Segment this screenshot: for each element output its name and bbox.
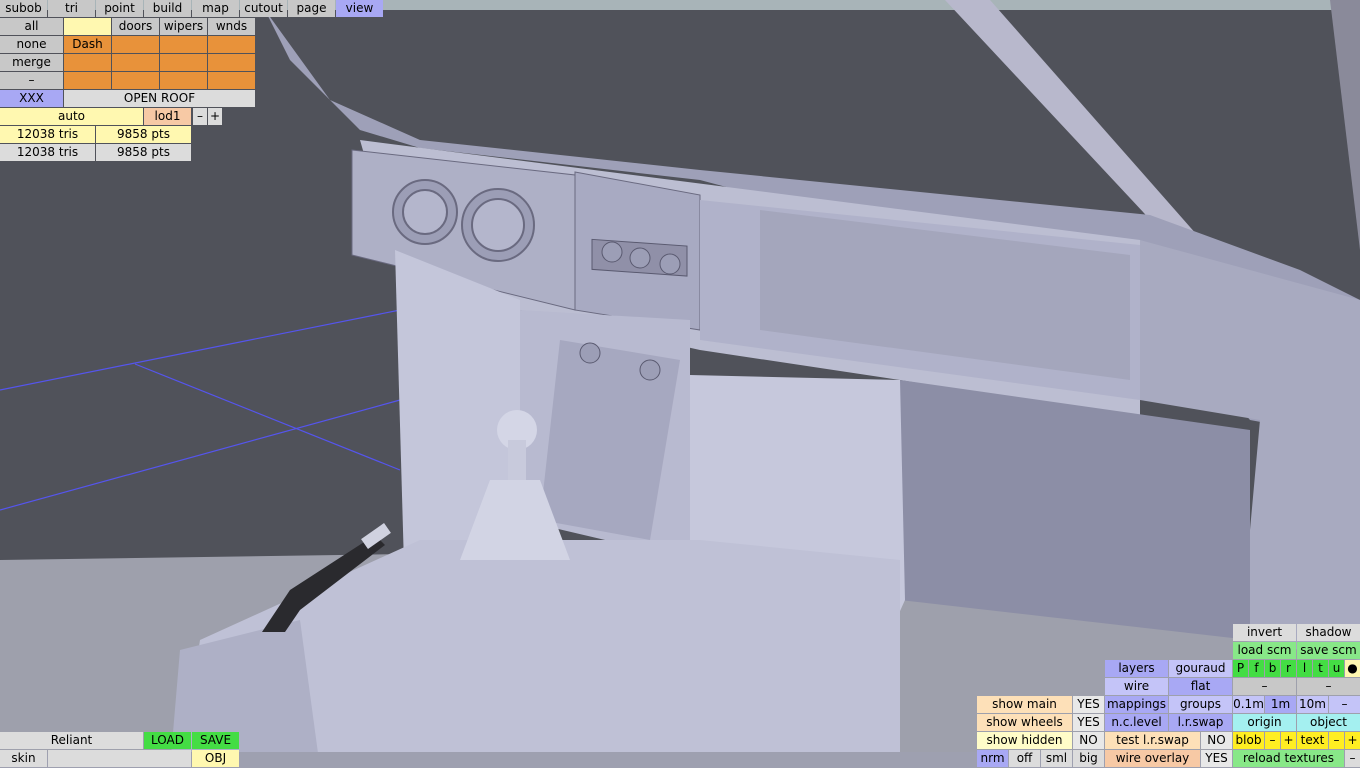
view-dot-button[interactable]: ● xyxy=(1345,660,1360,677)
save-button[interactable]: SAVE xyxy=(192,732,239,749)
view-r-button[interactable]: r xyxy=(1281,660,1296,677)
lod-level-button[interactable]: lod1 xyxy=(144,108,191,125)
reload-minus-button[interactable]: – xyxy=(1345,750,1360,767)
menu-page[interactable]: page xyxy=(288,0,335,17)
view-b-button[interactable]: b xyxy=(1265,660,1280,677)
lod-plus-button[interactable]: + xyxy=(208,108,222,125)
pts-count: 9858 pts xyxy=(96,126,191,143)
test-lr-swap-button[interactable]: test l.r.swap xyxy=(1105,732,1200,749)
text-minus-button[interactable]: – xyxy=(1329,732,1344,749)
layer-merge-button[interactable]: merge xyxy=(0,54,63,71)
lr-swap-button[interactable]: l.r.swap xyxy=(1169,714,1232,731)
model-name[interactable]: Reliant xyxy=(0,732,143,749)
lod-auto-button[interactable]: auto xyxy=(0,108,143,125)
layer-cell[interactable] xyxy=(208,36,255,53)
invert-button[interactable]: invert xyxy=(1233,624,1296,641)
skin-field[interactable] xyxy=(48,750,191,767)
layer-cell[interactable] xyxy=(112,36,159,53)
layer-doors[interactable]: doors xyxy=(112,18,159,35)
shadow-button[interactable]: shadow xyxy=(1297,624,1360,641)
menu-tri[interactable]: tri xyxy=(48,0,95,17)
layer-cell[interactable] xyxy=(64,72,111,89)
menu-map[interactable]: map xyxy=(192,0,239,17)
nrm-button[interactable]: nrm xyxy=(977,750,1008,767)
menu-build[interactable]: build xyxy=(144,0,191,17)
menu-view[interactable]: view xyxy=(336,0,383,17)
grid-minus-button[interactable]: – xyxy=(1329,696,1360,713)
text-plus-button[interactable]: + xyxy=(1345,732,1360,749)
nc-level-button[interactable]: n.c.level xyxy=(1105,714,1168,731)
load-button[interactable]: LOAD xyxy=(144,732,191,749)
save-scm-button[interactable]: save scm xyxy=(1297,642,1360,659)
layer-cell[interactable] xyxy=(208,72,255,89)
layer-minus-button[interactable]: – xyxy=(0,72,63,89)
show-wheels-value[interactable]: YES xyxy=(1073,714,1104,731)
dash-button-a[interactable]: – xyxy=(1233,678,1296,695)
show-hidden-value[interactable]: NO xyxy=(1073,732,1104,749)
view-f-button[interactable]: f xyxy=(1249,660,1264,677)
text-button[interactable]: text xyxy=(1297,732,1328,749)
sml-button[interactable]: sml xyxy=(1041,750,1072,767)
layer-dash[interactable]: Dash xyxy=(64,36,111,53)
reload-textures-button[interactable]: reload textures xyxy=(1233,750,1344,767)
tris-count: 12038 tris xyxy=(0,144,95,161)
layer-cell[interactable] xyxy=(112,72,159,89)
grid-01m-button[interactable]: 0.1m xyxy=(1233,696,1264,713)
layer-wnds[interactable]: wnds xyxy=(208,18,255,35)
view-l-button[interactable]: l xyxy=(1297,660,1312,677)
blob-plus-button[interactable]: + xyxy=(1281,732,1296,749)
big-button[interactable]: big xyxy=(1073,750,1104,767)
menu-cutout[interactable]: cutout xyxy=(240,0,287,17)
layer-all-button[interactable]: all xyxy=(0,18,63,35)
lod-minus-button[interactable]: – xyxy=(193,108,207,125)
layers-button[interactable]: layers xyxy=(1105,660,1168,677)
mappings-button[interactable]: mappings xyxy=(1105,696,1168,713)
menu-subob[interactable]: subob xyxy=(0,0,47,17)
wire-overlay-value[interactable]: YES xyxy=(1201,750,1232,767)
layer-cell[interactable] xyxy=(208,54,255,71)
blob-minus-button[interactable]: – xyxy=(1265,732,1280,749)
open-roof-button[interactable]: OPEN ROOF xyxy=(64,90,255,107)
show-main-value[interactable]: YES xyxy=(1073,696,1104,713)
wire-button[interactable]: wire xyxy=(1105,678,1168,695)
tris-count: 12038 tris xyxy=(0,126,95,143)
load-scm-button[interactable]: load scm xyxy=(1233,642,1296,659)
layer-cell[interactable] xyxy=(64,18,111,35)
dash-button-b[interactable]: – xyxy=(1297,678,1360,695)
layer-cell[interactable] xyxy=(160,54,207,71)
layer-wipers[interactable]: wipers xyxy=(160,18,207,35)
skin-label: skin xyxy=(0,750,47,767)
layer-cell[interactable] xyxy=(160,36,207,53)
grid-1m-button[interactable]: 1m xyxy=(1265,696,1296,713)
object-button[interactable]: object xyxy=(1297,714,1360,731)
test-lr-swap-value[interactable]: NO xyxy=(1201,732,1232,749)
layer-cell[interactable] xyxy=(160,72,207,89)
show-hidden-button[interactable]: show hidden xyxy=(977,732,1072,749)
grid-10m-button[interactable]: 10m xyxy=(1297,696,1328,713)
pts-count: 9858 pts xyxy=(96,144,191,161)
wire-overlay-button[interactable]: wire overlay xyxy=(1105,750,1200,767)
menu-point[interactable]: point xyxy=(96,0,143,17)
view-t-button[interactable]: t xyxy=(1313,660,1328,677)
layer-cell[interactable] xyxy=(112,54,159,71)
show-wheels-button[interactable]: show wheels xyxy=(977,714,1072,731)
blob-button[interactable]: blob xyxy=(1233,732,1264,749)
view-u-button[interactable]: u xyxy=(1329,660,1344,677)
layer-cell[interactable] xyxy=(64,54,111,71)
show-main-button[interactable]: show main xyxy=(977,696,1072,713)
origin-button[interactable]: origin xyxy=(1233,714,1296,731)
layer-none-button[interactable]: none xyxy=(0,36,63,53)
flat-button[interactable]: flat xyxy=(1169,678,1232,695)
groups-button[interactable]: groups xyxy=(1169,696,1232,713)
view-p-button[interactable]: P xyxy=(1233,660,1248,677)
gouraud-button[interactable]: gouraud xyxy=(1169,660,1232,677)
off-button[interactable]: off xyxy=(1009,750,1040,767)
xxx-button[interactable]: XXX xyxy=(0,90,63,107)
obj-button[interactable]: OBJ xyxy=(192,750,239,767)
